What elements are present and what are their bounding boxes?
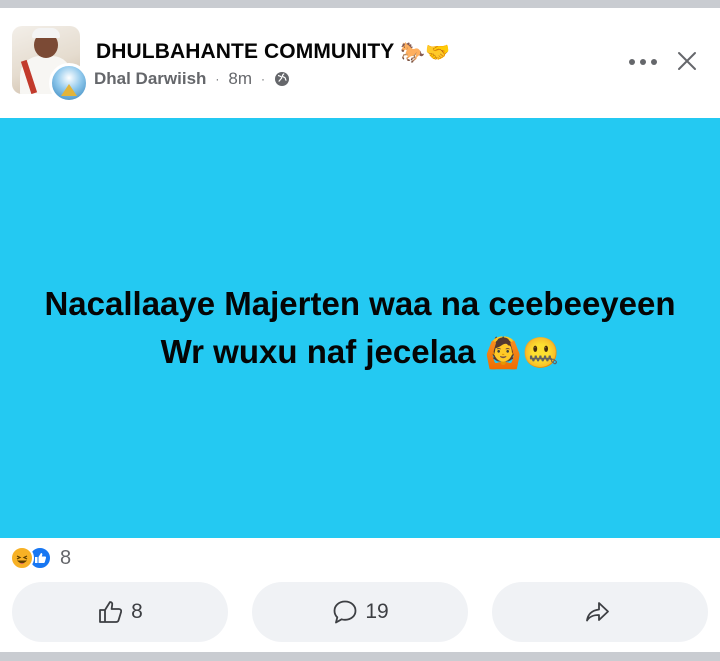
haha-reaction-icon [10,546,34,570]
reactions-summary[interactable]: 8 [10,544,71,572]
close-button[interactable] [672,46,702,76]
like-button[interactable]: 8 [12,582,228,642]
more-options-icon [629,59,657,65]
post-header: DHULBAHANTE COMMUNITY 🐎🤝 Dhal Darwiish ·… [0,14,720,118]
reaction-count: 8 [60,546,72,569]
post-time[interactable]: 8m [228,69,252,89]
comment-count: 19 [365,600,389,623]
share-icon [586,602,609,622]
top-divider [0,0,720,14]
page-name[interactable]: DHULBAHANTE COMMUNITY [96,40,394,64]
author-avatar[interactable] [49,63,89,103]
bottom-divider [0,652,720,661]
avatar-group[interactable] [12,26,90,104]
post-text-line-1: Nacallaaye Majerten waa na ceebeeyeen [44,285,676,322]
comment-button[interactable]: 19 [252,582,468,642]
meta-separator: · [261,72,266,86]
title-row: DHULBAHANTE COMMUNITY 🐎🤝 [96,38,450,66]
comment-icon [333,600,357,624]
more-options-button[interactable] [626,48,660,76]
author-name[interactable]: Dhal Darwiish [94,69,206,89]
post-text-line-2-text: Wr wuxu naf jecelaa [160,333,476,370]
action-bar: 8 19 [0,578,720,650]
share-button[interactable] [492,582,708,642]
globe-icon [274,71,290,87]
thumbs-up-icon [99,601,123,623]
close-icon [678,52,696,70]
post-meta: Dhal Darwiish · 8m · [94,67,290,91]
post-text-card: Nacallaaye Majerten waa na ceebeeyeen Wr… [0,118,720,538]
post-text-emojis: 🙆🤐 [484,336,560,371]
like-count: 8 [131,600,143,623]
post-text-line-2: Wr wuxu naf jecelaa 🙆🤐 [161,328,560,376]
meta-separator: · [215,72,220,86]
title-emojis: 🐎🤝 [400,40,451,64]
